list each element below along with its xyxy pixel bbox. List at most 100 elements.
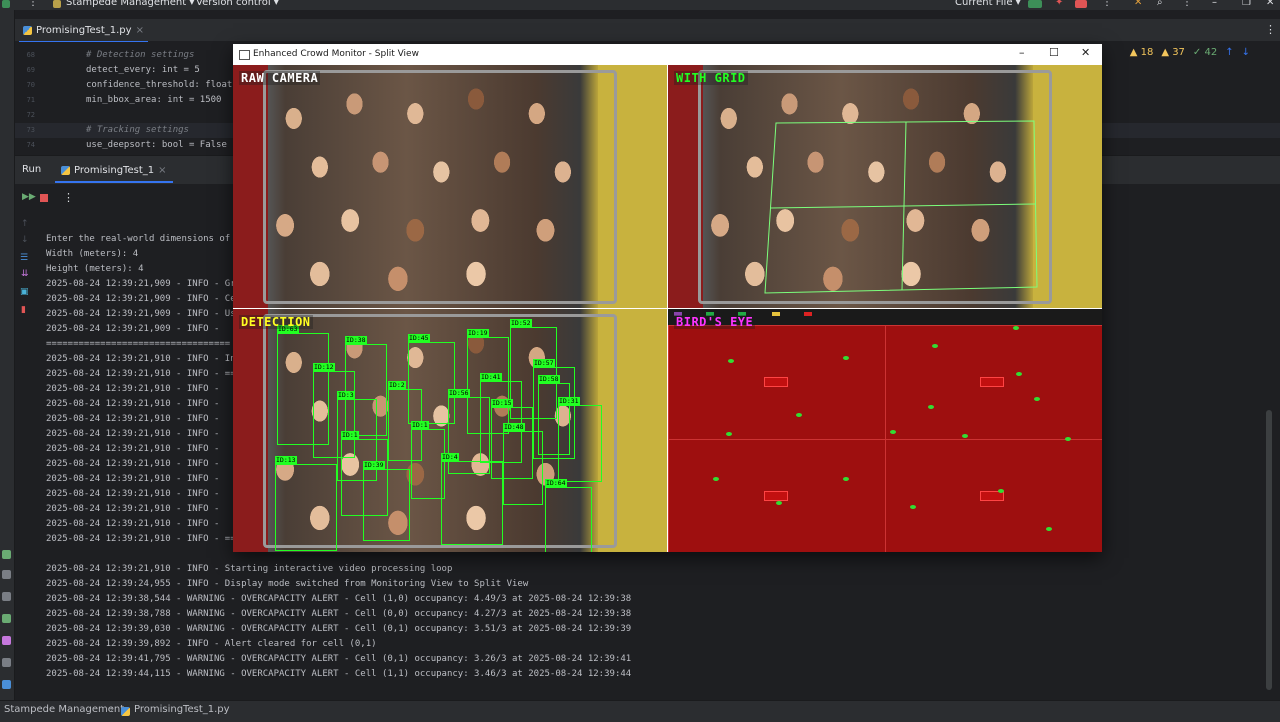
birdseye-person-dot <box>962 434 968 438</box>
detection-label: DETECTION <box>239 315 313 329</box>
stop-run-icon[interactable] <box>40 194 48 202</box>
tool-debug-icon[interactable] <box>2 570 11 579</box>
maximize-icon[interactable]: ❐ <box>1242 0 1251 8</box>
editor-tab-label: PromisingTest_1.py <box>36 24 132 36</box>
tool-problems-icon[interactable] <box>2 658 11 667</box>
soft-wrap-icon[interactable]: ☰ <box>20 253 28 263</box>
close-run-tab-icon[interactable]: × <box>158 165 166 176</box>
tool-services-icon[interactable] <box>2 592 11 601</box>
search-icon[interactable]: ⌕ <box>1157 0 1163 8</box>
weak-warnings-value: 37 <box>1172 47 1185 58</box>
run-more-icon[interactable]: ⋮ <box>63 191 74 204</box>
line-number: 72 <box>26 111 35 119</box>
birdseye-person-dot <box>1046 527 1052 531</box>
cv-minimize-icon[interactable]: – <box>1019 46 1025 59</box>
console-line: 2025-08-24 12:39:38,544 - WARNING - OVER… <box>46 594 632 604</box>
birdseye-person-dot <box>796 413 802 417</box>
print-icon[interactable]: ▣ <box>20 287 29 297</box>
detection-id-label: ID:38 <box>345 336 367 344</box>
project-badge-icon <box>53 0 61 8</box>
cv-window-icon <box>239 50 250 60</box>
crowd-monitor-window[interactable]: Enhanced Crowd Monitor - Split View – ☐ … <box>233 44 1102 552</box>
stop-icon[interactable] <box>1075 0 1087 8</box>
vcs-menu[interactable]: Version control ▾ <box>196 0 279 8</box>
debug-icon[interactable]: ✦ <box>1055 0 1063 8</box>
birdseye-person-dot <box>728 359 734 363</box>
detection-id-label: ID:1 <box>411 421 429 429</box>
code-text: detect_every: int = 5 <box>86 65 200 75</box>
detection-id-label: ID:45 <box>408 334 430 342</box>
grid-label: WITH GRID <box>674 71 748 85</box>
run-tab[interactable]: PromisingTest_1 × <box>55 159 173 183</box>
settings-menu-icon[interactable]: ⋮ <box>1182 0 1192 8</box>
code-text: confidence_threshold: float <box>86 80 233 90</box>
close-icon[interactable]: ✕ <box>1266 0 1274 8</box>
run-icon[interactable] <box>1028 0 1042 8</box>
project-switcher[interactable]: Stampede Management ▾ <box>66 0 194 8</box>
scroll-up-icon[interactable]: ↑ <box>21 219 29 229</box>
grid-pane: WITH GRID <box>668 65 1102 308</box>
prev-issue-icon[interactable]: ↑ <box>1225 47 1233 58</box>
cv-close-icon[interactable]: ✕ <box>1081 46 1090 59</box>
cv-maximize-icon[interactable]: ☐ <box>1049 46 1059 59</box>
scroll-down-icon[interactable]: ↓ <box>21 235 29 245</box>
raw-camera-label: RAW CAMERA <box>239 71 321 85</box>
inspection-widget[interactable]: ▲ 18 ▲ 37 ✓ 42 ↑ ↓ <box>1130 47 1250 58</box>
editor-more-icon[interactable]: ⋮ <box>1265 23 1276 36</box>
status-file[interactable]: PromisingTest_1.py <box>134 704 230 715</box>
detection-box: ID:13 <box>275 456 337 551</box>
status-project[interactable]: Stampede Management <box>4 704 124 715</box>
scroll-end-icon[interactable]: ⇊ <box>21 269 29 279</box>
detection-box: ID:64 <box>545 479 592 552</box>
left-tool-strip <box>0 10 15 700</box>
birdseye-person-dot <box>928 405 934 409</box>
birdseye-pane: BIRD'S EYE <box>668 309 1102 552</box>
code-text: use_deepsort: bool = False <box>86 140 227 150</box>
tool-settings-icon[interactable] <box>2 614 11 623</box>
run-config-selector[interactable]: Current File ▾ <box>955 0 1021 8</box>
detection-box: ID:48 <box>503 423 543 505</box>
console-line: 2025-08-24 12:39:39,030 - WARNING - OVER… <box>46 624 632 634</box>
detection-id-label: ID:64 <box>545 479 567 487</box>
build-icon[interactable]: ✕ <box>1134 0 1142 8</box>
console-line: 2025-08-24 12:39:41,795 - WARNING - OVER… <box>46 654 632 664</box>
breadcrumb-separator-icon: › <box>110 704 114 715</box>
close-tab-icon[interactable]: × <box>136 25 144 36</box>
tool-run-icon[interactable] <box>2 550 11 559</box>
app-logo-icon[interactable] <box>2 0 10 8</box>
code-text: # Detection settings <box>86 50 195 60</box>
cv-window-title: Enhanced Crowd Monitor - Split View <box>253 49 419 59</box>
console-scrollbar[interactable] <box>1266 410 1272 690</box>
birdseye-person-dot <box>910 505 916 509</box>
editor-tab[interactable]: PromisingTest_1.py × <box>19 19 148 43</box>
birdseye-person-dot <box>726 432 732 436</box>
run-title[interactable]: Run <box>22 164 41 175</box>
minimize-icon[interactable]: – <box>1212 0 1217 8</box>
status-bar: Stampede Management › PromisingTest_1.py <box>0 700 1280 722</box>
python-file-icon <box>23 25 32 35</box>
next-issue-icon[interactable]: ↓ <box>1242 47 1250 58</box>
detection-id-label: ID:13 <box>275 456 297 464</box>
detection-id-label: ID:3 <box>337 391 355 399</box>
rerun-icon[interactable]: ▶▶ <box>22 192 36 202</box>
console-line: 2025-08-24 12:39:21,910 - INFO - Startin… <box>46 564 453 574</box>
cv-window-titlebar[interactable]: Enhanced Crowd Monitor - Split View – ☐ … <box>233 44 1102 65</box>
tool-terminal-icon[interactable] <box>2 636 11 645</box>
detection-id-label: ID:39 <box>363 461 385 469</box>
clear-console-icon[interactable]: ▮ <box>21 305 26 315</box>
more-actions-icon[interactable]: ⋮ <box>1102 0 1112 8</box>
birdseye-person-dot <box>776 501 782 505</box>
detection-id-label: ID:57 <box>533 359 555 367</box>
detection-box: ID:31 <box>558 397 602 482</box>
detection-id-label: ID:12 <box>313 363 335 371</box>
detection-id-label: ID:41 <box>480 373 502 381</box>
detection-box: ID:4 <box>441 453 503 545</box>
birdseye-person-dot <box>1013 326 1019 330</box>
python-run-icon <box>61 165 70 175</box>
tool-vcs-icon[interactable] <box>2 680 11 689</box>
run-config-label: Current File <box>955 0 1013 8</box>
detection-box: ID:1 <box>411 421 445 499</box>
main-menu-icon[interactable]: ⋮ <box>28 0 38 8</box>
detection-id-label: ID:1 <box>341 431 359 439</box>
warnings-value: 18 <box>1140 47 1154 58</box>
